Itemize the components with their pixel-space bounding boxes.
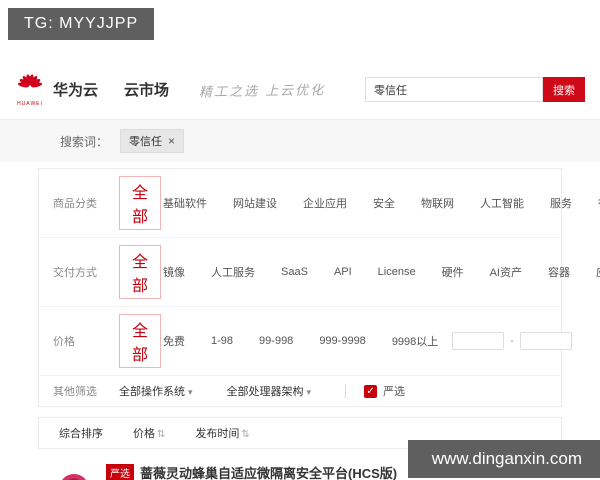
strict-select-badge: 严选 [106, 464, 134, 480]
site-header: HUAWEI 华为云 云市场 精工之选 上云优化 搜索 [0, 72, 600, 120]
filter-row-price: 价格 全部 免费 1-98 99-998 999-9998 9998以上 - [39, 307, 572, 376]
header-search: 搜索 [365, 77, 585, 102]
sort-comprehensive[interactable]: 综合排序 [59, 425, 103, 441]
filter-row-category: 商品分类 全部 基础软件网站建设企业应用安全物联网人工智能服务行业解决方案 [39, 169, 600, 238]
filter-row-delivery: 交付方式 全部 镜像 人工服务 SaaS API License 硬件 AI资产 容器 应用编排… [39, 238, 600, 307]
search-words-bar: 搜索词： 零信任 × [0, 120, 600, 162]
filter-label: 价格 [53, 336, 75, 348]
filter-option[interactable]: AI资产 [490, 264, 522, 280]
filter-options: 镜像人工服务SaaSAPILicense硬件AI资产容器应用编排数据资产 [163, 264, 600, 280]
filter-options: 基础软件网站建设企业应用安全物联网人工智能服务行业解决方案 [163, 195, 600, 211]
huawei-logo-caption: HUAWEI [17, 101, 43, 107]
filter-option[interactable]: 物联网 [421, 195, 454, 211]
brand-huaweicloud[interactable]: 华为云 [53, 79, 98, 100]
sort-arrows-icon: ⇅ [241, 429, 250, 440]
filter-option[interactable]: 人工智能 [480, 195, 524, 211]
filter-option[interactable]: License [378, 266, 416, 278]
divider [345, 384, 347, 398]
strict-select-checkbox[interactable]: ✓ [364, 384, 378, 398]
search-term-text: 零信任 [129, 136, 163, 148]
filter-option[interactable]: 基础软件 [163, 195, 207, 211]
huawei-logo[interactable]: HUAWEI [15, 72, 45, 107]
search-term-tag[interactable]: 零信任 × [120, 129, 185, 153]
filter-label: 商品分类 [53, 198, 97, 210]
filter-option[interactable]: API [334, 266, 352, 278]
sort-arrows-icon: ⇅ [157, 429, 166, 440]
tg-watermark-badge: TG: MYYJJPP [8, 8, 155, 40]
nav-cloud-marketplace[interactable]: 云市场 [124, 79, 169, 100]
os-dropdown-label: 全部操作系统 [119, 386, 185, 398]
filter-option[interactable]: 人工服务 [211, 264, 255, 280]
sort-price[interactable]: 价格 ⇅ [133, 425, 165, 441]
filter-option[interactable]: 应用编排 [596, 264, 600, 280]
strict-select-label: 严选 [383, 386, 406, 398]
filter-option-all[interactable]: 全部 [119, 245, 162, 299]
filter-option[interactable]: 网站建设 [233, 195, 277, 211]
price-range: - [452, 332, 572, 350]
search-input[interactable] [365, 77, 543, 102]
arch-dropdown[interactable]: 全部处理器架构 ▾ [227, 383, 312, 399]
filter-option[interactable]: 安全 [373, 195, 395, 211]
filter-option[interactable]: 免费 [163, 333, 185, 349]
filter-label: 其他筛选 [53, 386, 97, 398]
filter-option[interactable]: 镜像 [163, 264, 185, 280]
search-button[interactable]: 搜索 [543, 77, 585, 102]
site-url-badge: www.dinganxin.com [407, 440, 600, 478]
sort-price-label: 价格 [133, 428, 155, 440]
filter-option[interactable]: 9998以上 [392, 333, 438, 349]
filter-option[interactable]: 服务 [550, 195, 572, 211]
sort-publish-time[interactable]: 发布时间 ⇅ [195, 425, 249, 441]
price-max-input[interactable] [519, 332, 572, 350]
sort-publish-label: 发布时间 [195, 428, 240, 440]
price-min-input[interactable] [452, 332, 505, 350]
filter-panel: 商品分类 全部 基础软件网站建设企业应用安全物联网人工智能服务行业解决方案 交付… [38, 168, 600, 407]
chevron-down-icon: ▾ [306, 387, 312, 397]
close-icon[interactable]: × [168, 134, 175, 148]
search-words-label: 搜索词： [60, 134, 109, 149]
filter-options: 免费 1-98 99-998 999-9998 9998以上 [163, 333, 438, 349]
product-logo [48, 463, 106, 480]
filter-option[interactable]: 1-98 [211, 335, 233, 347]
product-info: 严选 蔷薇灵动蜂巢自适应微隔离安全平台(HCS版) 对工作负载间的东西向流量实现… [106, 463, 434, 480]
filter-option[interactable]: 999-9998 [319, 335, 366, 347]
filter-label: 交付方式 [53, 267, 97, 279]
marketing-slogan: 精工之选 上云优化 [198, 83, 326, 101]
filter-option[interactable]: 99-998 [259, 335, 293, 347]
filter-option-all[interactable]: 全部 [119, 176, 162, 230]
filter-option[interactable]: 容器 [548, 264, 570, 280]
huawei-flower-icon [15, 72, 45, 103]
filter-option-all[interactable]: 全部 [119, 314, 162, 368]
filter-option[interactable]: 企业应用 [303, 195, 347, 211]
arch-dropdown-label: 全部处理器架构 [226, 386, 304, 398]
product-title[interactable]: 蔷薇灵动蜂巢自适应微隔离安全平台(HCS版) [140, 463, 397, 480]
range-separator: - [510, 335, 514, 347]
filter-option[interactable]: 硬件 [442, 264, 464, 280]
os-dropdown[interactable]: 全部操作系统 ▾ [119, 383, 193, 399]
filter-option[interactable]: SaaS [281, 266, 308, 278]
filter-row-other: 其他筛选 全部操作系统 ▾ 全部处理器架构 ▾ ✓ 严选 [39, 376, 561, 406]
chevron-down-icon: ▾ [188, 387, 193, 397]
